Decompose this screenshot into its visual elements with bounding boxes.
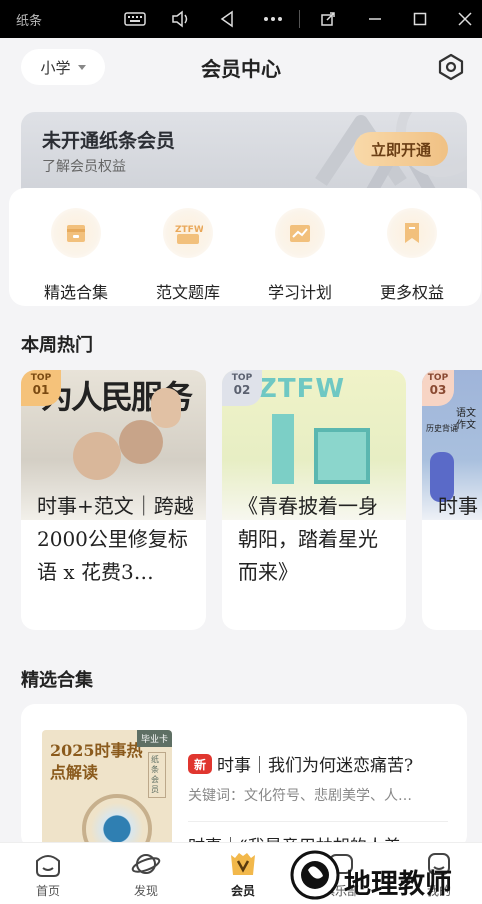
hot-card-2[interactable]: ZTFW TOP 02 《青春披着一身朝阳，踏着星光而来》 — [222, 370, 406, 630]
rank-badge-num: 02 — [233, 383, 251, 397]
rank-badge: TOP 03 — [422, 370, 454, 406]
collection-card[interactable]: 2025时事热点解读 毕业卡 纸条会员 新 时事｜我们为何迷恋痛苦? 关键词：文… — [21, 704, 467, 849]
hot-card-text: 《青春披着一身朝阳，踏着星光而来》 — [238, 494, 378, 584]
rank-badge-top: TOP — [427, 373, 449, 383]
tab-label: 发现 — [133, 884, 158, 898]
new-tag: 新 — [188, 754, 212, 774]
watermark-text: 地理教师 — [344, 869, 452, 900]
tab-home[interactable]: 首页 — [18, 849, 78, 901]
benefit-label: 更多权益 — [379, 283, 444, 302]
benefit-label: 精选合集 — [43, 283, 108, 302]
benefit-label: 学习计划 — [267, 283, 332, 302]
cover-side-text: 纸条会员 — [148, 752, 166, 798]
vip-v-icon — [228, 849, 258, 879]
rank-badge-top: TOP — [231, 373, 253, 383]
tab-discover[interactable]: 发现 — [116, 849, 176, 901]
system-title-bar: 纸条 — [0, 0, 482, 38]
person-avatar — [73, 432, 121, 480]
activate-now-button[interactable]: 立即开通 — [354, 132, 448, 166]
hot-card-text: 时事｜“鸡…红：… — [438, 494, 482, 518]
collection-item-title: 时事｜我们为何迷恋痛苦? — [217, 756, 414, 776]
benefit-item-more[interactable]: 更多权益 — [360, 208, 464, 302]
rank-badge: TOP 02 — [222, 370, 262, 406]
close-icon[interactable] — [456, 8, 474, 30]
rank-badge: TOP 01 — [21, 370, 61, 406]
bookmark-icon — [387, 208, 437, 258]
weekly-hot-heading: 本周热门 — [21, 335, 93, 356]
tab-vip[interactable]: 会员 — [213, 849, 273, 901]
maximize-icon[interactable] — [411, 8, 429, 30]
volume-icon[interactable] — [171, 8, 191, 30]
popout-icon[interactable] — [319, 8, 337, 30]
cover-title: 2025时事热点解读 — [50, 741, 143, 782]
keyboard-icon[interactable] — [124, 8, 146, 30]
planet-icon — [131, 849, 161, 879]
tower-shape — [272, 414, 294, 484]
hot-card-text: 时事+范文｜跨越2000公里修复标语 x 花费3… — [37, 494, 194, 584]
study-plan-chart-icon — [275, 208, 325, 258]
rank-badge-num: 03 — [429, 383, 447, 397]
ztfw-bank-icon: ZTFW — [163, 208, 213, 258]
back-triangle-icon[interactable] — [218, 8, 236, 30]
page-title: 会员中心 — [201, 57, 281, 81]
divider — [188, 821, 448, 822]
settings-hexagon-icon[interactable] — [437, 53, 465, 81]
home-face-icon — [33, 849, 63, 879]
watermark-globe-icon — [290, 850, 340, 900]
tower-shape — [314, 428, 370, 484]
collection-box-icon — [51, 208, 101, 258]
tab-label: 首页 — [35, 884, 60, 898]
banner-subtitle: 了解会员权益 — [42, 159, 126, 175]
more-dots-icon[interactable] — [263, 8, 283, 30]
svg-text:ZTFW: ZTFW — [175, 225, 203, 235]
collection-cover: 2025时事热点解读 毕业卡 纸条会员 — [42, 730, 172, 849]
collections-heading: 精选合集 — [21, 670, 93, 691]
benefit-item-collection[interactable]: 精选合集 — [24, 208, 128, 302]
rank-badge-num: 01 — [32, 383, 50, 397]
person-avatar — [119, 420, 163, 464]
banner-title: 未开通纸条会员 — [42, 130, 176, 152]
app-title: 纸条 — [16, 14, 43, 29]
cover-globe-icon — [82, 794, 152, 849]
title-bar-divider — [299, 10, 300, 28]
benefit-item-essay-bank[interactable]: ZTFW 范文题库 — [136, 208, 240, 302]
fist-shape — [151, 388, 181, 428]
tab-label: 会员 — [230, 884, 255, 898]
header: 小学 会员中心 — [0, 38, 482, 100]
hot-card-1[interactable]: 为人民服务 TOP 01 时事+范文｜跨越2000公里修复标语 x 花费3… — [21, 370, 206, 630]
hot-card-3[interactable]: 历史背诵 语文作文 TOP 03 时事｜“鸡…红：… — [422, 370, 482, 630]
benefit-label: 范文题库 — [155, 283, 220, 302]
minimize-icon[interactable] — [366, 8, 384, 30]
benefit-item-study-plan[interactable]: 学习计划 — [248, 208, 352, 302]
collection-item-keywords: 关键词：文化符号、悲剧美学、人… — [188, 788, 412, 804]
watermark: 地理教师 — [290, 848, 480, 902]
cover-tag: 毕业卡 — [136, 730, 172, 747]
benefits-panel: 精选合集 ZTFW 范文题库 学习计划 更多权益 — [9, 188, 481, 306]
image-tag: 语文作文 — [456, 408, 476, 431]
image-tag: 历史背诵 — [426, 424, 458, 433]
rank-badge-top: TOP — [30, 373, 52, 383]
hot-card-image-text: ZTFW — [258, 374, 346, 404]
